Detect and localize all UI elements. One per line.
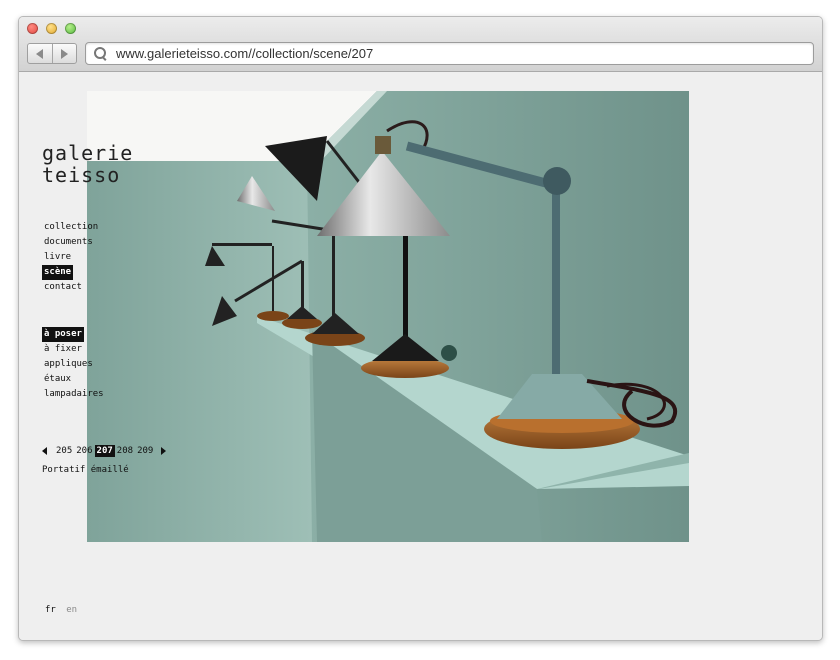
language-switcher: fr en	[45, 605, 82, 615]
back-button[interactable]	[28, 44, 52, 63]
category-a-fixer[interactable]: à fixer	[42, 342, 84, 357]
back-arrow-icon	[36, 48, 44, 59]
category-appliques[interactable]: appliques	[42, 357, 95, 372]
page-208[interactable]: 208	[115, 445, 135, 457]
menu-item-collection[interactable]: collection	[42, 220, 100, 235]
lang-fr-link[interactable]: fr	[45, 605, 56, 615]
search-icon	[93, 46, 109, 62]
lang-en-link[interactable]: en	[66, 605, 77, 615]
logo-line-galerie: galerie	[42, 141, 134, 165]
item-pager: 205 206 207 208 209	[42, 445, 167, 457]
browser-toolbar: www.galerieteisso.com//collection/scene/…	[19, 17, 822, 72]
address-bar[interactable]: www.galerieteisso.com//collection/scene/…	[85, 42, 814, 65]
menu-item-contact[interactable]: contact	[42, 280, 84, 295]
forward-arrow-icon	[60, 48, 68, 59]
logo-line-teisso: teisso	[42, 163, 121, 187]
item-caption: Portatif émaillé	[42, 465, 129, 475]
browser-window: www.galerieteisso.com//collection/scene/…	[18, 16, 823, 641]
menu-item-documents[interactable]: documents	[42, 235, 95, 250]
minimize-window-button[interactable]	[46, 23, 57, 34]
menu-item-livre[interactable]: livre	[42, 250, 73, 265]
category-lampadaires[interactable]: lampadaires	[42, 387, 106, 402]
close-window-button[interactable]	[27, 23, 38, 34]
previous-arrow-icon[interactable]	[42, 447, 47, 455]
next-arrow-icon[interactable]	[161, 447, 167, 455]
category-menu: à poser à fixer appliques étaux lampadai…	[42, 327, 106, 402]
url-text[interactable]: www.galerieteisso.com//collection/scene/…	[116, 46, 373, 61]
page-content: galerie teisso collection documents livr…	[19, 72, 822, 640]
main-menu: collection documents livre scène contact	[42, 220, 100, 295]
menu-item-scene[interactable]: scène	[42, 265, 74, 280]
page-209[interactable]: 209	[135, 445, 155, 457]
lamps-photo	[87, 91, 689, 542]
page-205[interactable]: 205	[54, 445, 74, 457]
category-etaux[interactable]: étaux	[42, 372, 73, 387]
page-207-current[interactable]: 207	[94, 445, 115, 457]
site-logo[interactable]: galerie teisso	[42, 142, 133, 186]
zoom-window-button[interactable]	[65, 23, 76, 34]
category-a-poser[interactable]: à poser	[42, 327, 84, 342]
forward-button[interactable]	[51, 44, 77, 63]
page-206[interactable]: 206	[74, 445, 94, 457]
history-buttons	[27, 43, 77, 64]
